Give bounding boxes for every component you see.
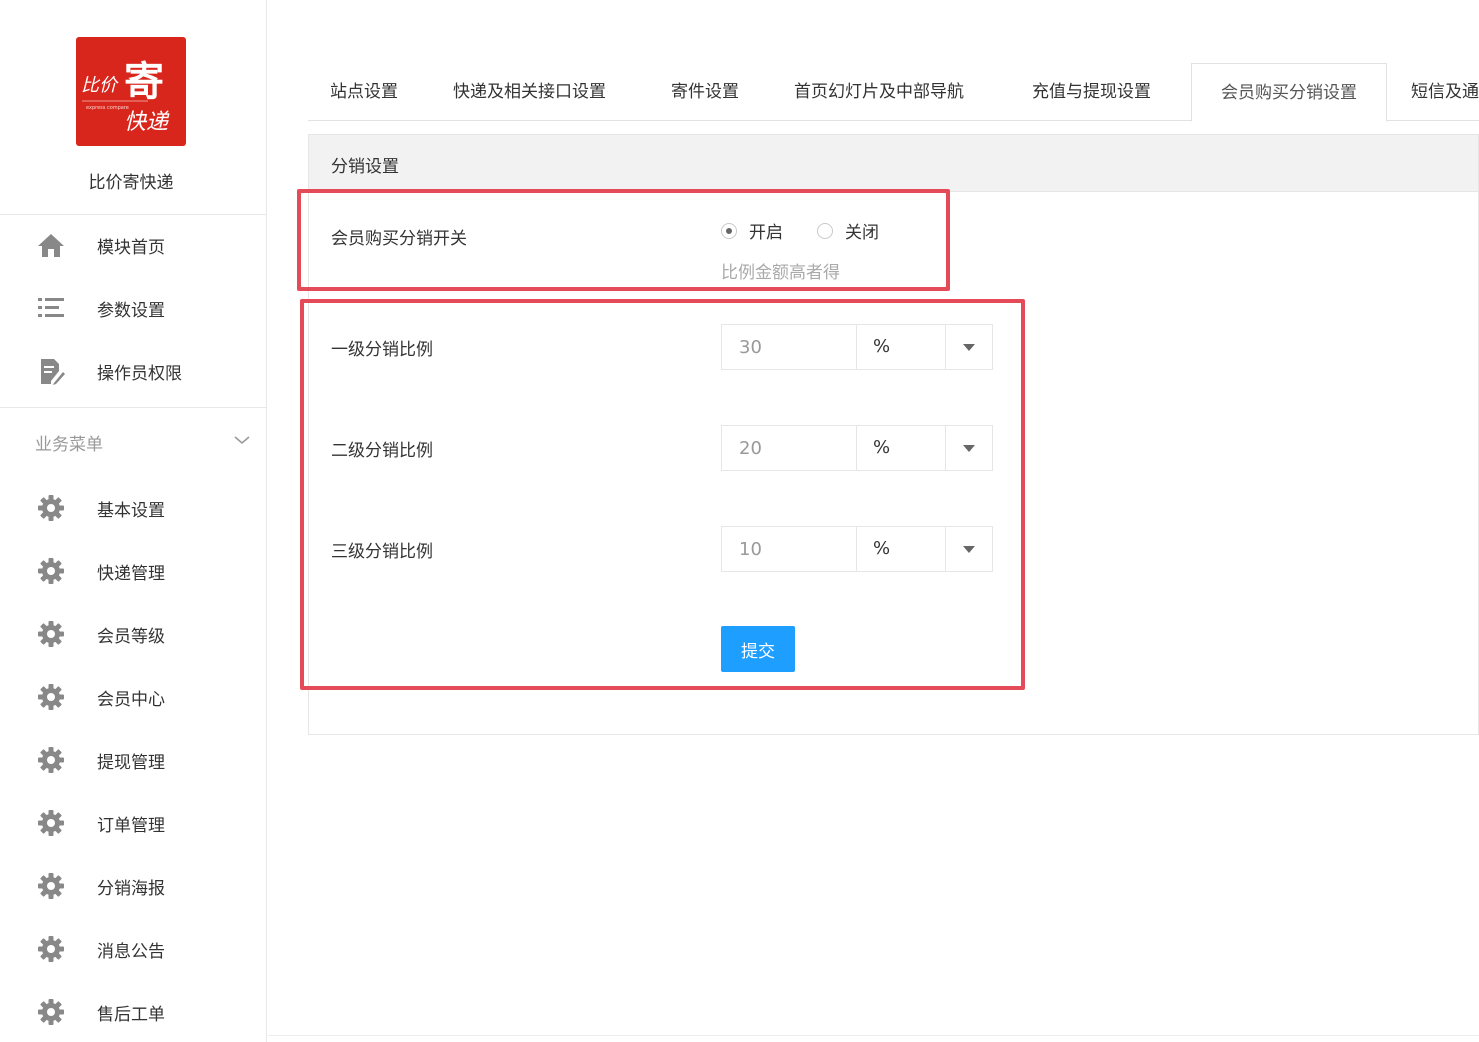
- tab-shipping-settings[interactable]: 寄件设置: [671, 63, 739, 121]
- sidebar-item-announcements[interactable]: 消息公告: [0, 925, 262, 973]
- gear-icon: [36, 745, 66, 775]
- select-separator: [945, 325, 946, 369]
- settings-tabs: 站点设置 快递及相关接口设置 寄件设置 首页幻灯片及中部导航 充值与提现设置 会…: [308, 63, 1479, 122]
- sidebar-item-after-sales[interactable]: 售后工单: [0, 988, 262, 1036]
- svg-text:寄: 寄: [124, 58, 164, 105]
- level3-unit-select[interactable]: %: [857, 526, 993, 572]
- select-separator: [945, 527, 946, 571]
- gear-icon: [36, 682, 66, 712]
- svg-text:比价: 比价: [81, 75, 119, 96]
- level1-unit-select[interactable]: %: [857, 324, 993, 370]
- bottom-divider: [268, 1035, 1479, 1036]
- radio-disable[interactable]: 关闭: [817, 218, 879, 243]
- chevron-down-icon: [232, 430, 252, 450]
- select-separator: [945, 426, 946, 470]
- distribution-settings-panel: 分销设置 会员购买分销开关 开启 关闭 比例金额高者得 一级分销比例 % 二级分…: [308, 134, 1479, 735]
- radio-enable[interactable]: 开启: [721, 218, 783, 243]
- radio-disable-label: 关闭: [845, 223, 879, 243]
- sidebar-item-label: 基本设置: [97, 500, 165, 521]
- level1-rate-field: %: [721, 324, 993, 370]
- panel-title: 分销设置: [331, 157, 399, 177]
- distribution-switch-label: 会员购买分销开关: [331, 229, 467, 249]
- tab-home-slides-nav[interactable]: 首页幻灯片及中部导航: [794, 63, 964, 121]
- sidebar-divider: [0, 214, 267, 215]
- sidebar-item-label: 快递管理: [97, 563, 165, 584]
- sidebar-item-label: 操作员权限: [97, 363, 182, 384]
- level3-rate-input[interactable]: [721, 526, 857, 572]
- sidebar-item-express-management[interactable]: 快递管理: [0, 547, 262, 595]
- level1-rate-label: 一级分销比例: [331, 340, 433, 360]
- sidebar-item-distribution-poster[interactable]: 分销海报: [0, 862, 262, 910]
- sidebar-item-member-levels[interactable]: 会员等级: [0, 610, 262, 658]
- sidebar-divider: [0, 407, 267, 408]
- caret-down-icon: [963, 344, 975, 351]
- sidebar-item-params[interactable]: 参数设置: [0, 284, 262, 332]
- business-menu-toggle[interactable]: 业务菜单: [0, 420, 262, 464]
- tab-site-settings[interactable]: 站点设置: [330, 63, 398, 121]
- caret-down-icon: [963, 445, 975, 452]
- submit-button[interactable]: 提交: [721, 626, 795, 672]
- sidebar-item-label: 消息公告: [97, 941, 165, 962]
- sidebar: 比价 寄 express compare 快递 比价寄快递 模块首页 参数设置 …: [0, 0, 267, 1042]
- gear-icon: [36, 556, 66, 586]
- sidebar-item-withdraw-management[interactable]: 提现管理: [0, 736, 262, 784]
- sidebar-item-label: 会员中心: [97, 689, 165, 710]
- switch-hint: 比例金额高者得: [721, 263, 840, 283]
- level1-rate-input[interactable]: [721, 324, 857, 370]
- sidebar-item-module-home[interactable]: 模块首页: [0, 221, 262, 269]
- sidebar-item-basic-settings[interactable]: 基本设置: [0, 484, 262, 532]
- gear-icon: [36, 619, 66, 649]
- svg-text:快递: 快递: [124, 110, 170, 135]
- tab-member-distribution[interactable]: 会员购买分销设置: [1191, 63, 1387, 122]
- gear-icon: [36, 871, 66, 901]
- tab-recharge-withdraw[interactable]: 充值与提现设置: [1032, 63, 1151, 121]
- sidebar-item-label: 提现管理: [97, 752, 165, 773]
- sidebar-item-operator-permissions[interactable]: 操作员权限: [0, 347, 262, 395]
- unit-value: %: [873, 336, 891, 357]
- caret-down-icon: [963, 546, 975, 553]
- radio-disable-dot: [817, 222, 833, 239]
- sidebar-item-label: 售后工单: [97, 1004, 165, 1025]
- panel-header: 分销设置: [309, 135, 1478, 192]
- sidebar-item-label: 会员等级: [97, 626, 165, 647]
- svg-text:express compare: express compare: [86, 105, 129, 111]
- list-icon: [36, 293, 66, 323]
- sidebar-item-label: 模块首页: [97, 237, 165, 258]
- radio-enable-dot: [721, 222, 737, 239]
- brand-logo[interactable]: 比价 寄 express compare 快递: [76, 37, 186, 146]
- gear-icon: [36, 997, 66, 1027]
- sidebar-item-member-center[interactable]: 会员中心: [0, 673, 262, 721]
- level3-rate-field: %: [721, 526, 993, 572]
- sidebar-item-order-management[interactable]: 订单管理: [0, 799, 262, 847]
- radio-enable-label: 开启: [749, 223, 783, 243]
- tab-sms-settings[interactable]: 短信及通: [1411, 63, 1479, 121]
- level2-rate-field: %: [721, 425, 993, 471]
- tab-express-api-settings[interactable]: 快递及相关接口设置: [453, 63, 606, 121]
- logo-graphic: 比价 寄 express compare 快递: [81, 58, 170, 135]
- level2-rate-label: 二级分销比例: [331, 441, 433, 461]
- level2-rate-input[interactable]: [721, 425, 857, 471]
- level2-unit-select[interactable]: %: [857, 425, 993, 471]
- gear-icon: [36, 493, 66, 523]
- unit-value: %: [873, 437, 891, 458]
- unit-value: %: [873, 538, 891, 559]
- gear-icon: [36, 934, 66, 964]
- site-name: 比价寄快递: [88, 173, 174, 193]
- sidebar-item-label: 订单管理: [97, 815, 165, 836]
- business-menu-label: 业务菜单: [35, 435, 103, 455]
- gear-icon: [36, 808, 66, 838]
- level3-rate-label: 三级分销比例: [331, 542, 433, 562]
- home-icon: [36, 230, 66, 260]
- sidebar-item-label: 参数设置: [97, 300, 165, 321]
- document-edit-icon: [36, 356, 66, 386]
- sidebar-item-label: 分销海报: [97, 878, 165, 899]
